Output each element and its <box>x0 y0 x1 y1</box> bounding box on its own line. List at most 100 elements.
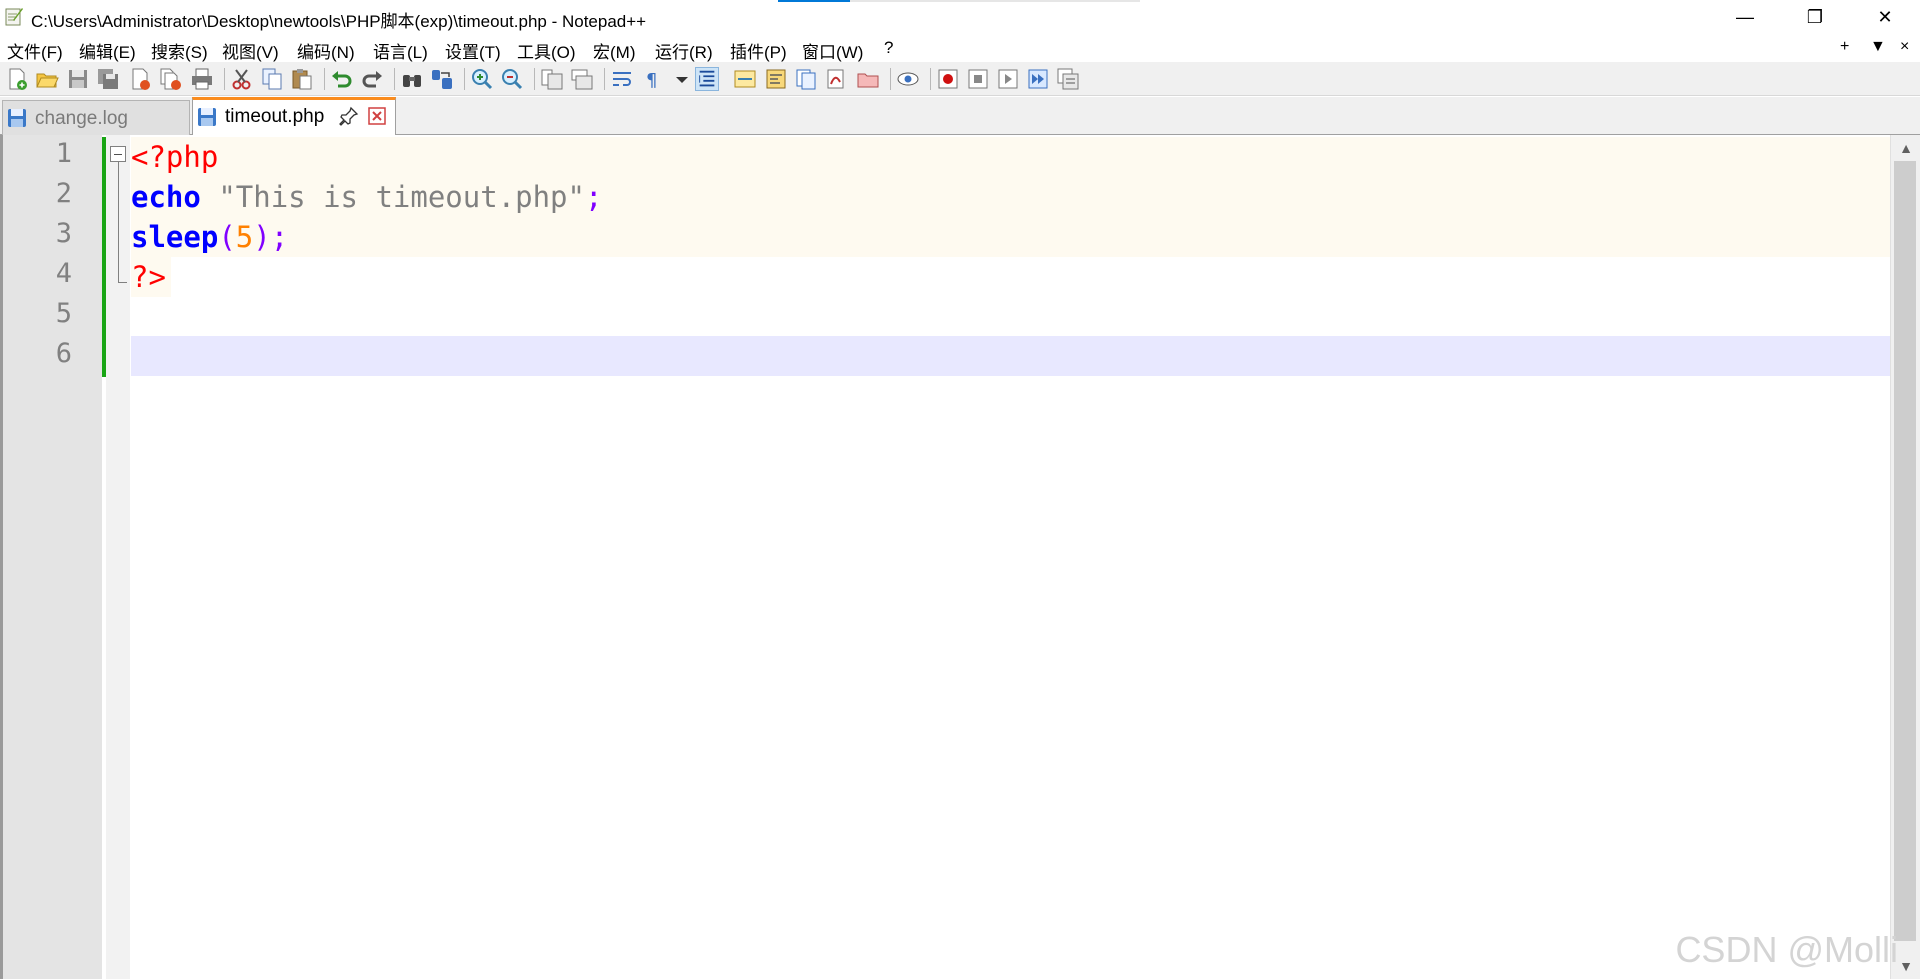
print-icon[interactable] <box>190 67 214 91</box>
toolbar-separator <box>534 68 535 90</box>
code-line[interactable]: ?> <box>131 257 166 297</box>
cut-icon[interactable] <box>230 67 254 91</box>
menu-encoding[interactable]: 编码(N) <box>297 38 355 63</box>
save-icon[interactable] <box>66 67 90 91</box>
saved-file-icon <box>198 108 216 126</box>
notepad-app-icon <box>5 8 23 26</box>
new-tab-button[interactable]: + <box>1840 38 1849 56</box>
new-file-icon[interactable] <box>5 67 29 91</box>
open-file-icon[interactable] <box>35 67 59 91</box>
line-number: 5 <box>55 298 72 329</box>
tab-bar: change.log timeout.php <box>0 97 1920 136</box>
function-list-icon[interactable] <box>794 67 818 91</box>
folder-as-workspace-icon[interactable] <box>824 67 848 91</box>
menu-settings[interactable]: 设置(T) <box>445 38 501 63</box>
monitoring-eye-icon[interactable] <box>896 67 920 91</box>
code-token-kw: sleep <box>131 220 219 254</box>
tab-label: timeout.php <box>225 106 325 127</box>
maximize-button[interactable]: ❐ <box>1780 0 1850 34</box>
code-token-tag: ?> <box>131 260 166 294</box>
menu-language[interactable]: 语言(L) <box>373 38 428 63</box>
find-icon[interactable] <box>400 67 424 91</box>
code-token-kw: echo <box>131 180 201 214</box>
paste-icon[interactable] <box>290 67 314 91</box>
menu-search[interactable]: 搜索(S) <box>151 38 208 63</box>
undo-icon[interactable] <box>330 67 354 91</box>
zoom-out-icon[interactable] <box>500 67 524 91</box>
indent-guide-icon[interactable] <box>695 67 719 91</box>
code-token-num: 5 <box>235 220 254 254</box>
sync-vertical-icon[interactable] <box>540 67 564 91</box>
line-number: 6 <box>55 338 72 369</box>
watermark: CSDN @Molli <box>1675 929 1898 970</box>
stop-macro-icon[interactable] <box>966 67 990 91</box>
fold-end-marker <box>118 282 127 283</box>
title-accent-line-secondary <box>850 0 1140 2</box>
window-title: C:\Users\Administrator\Desktop\newtools\… <box>31 12 647 31</box>
line-number: 2 <box>55 178 72 209</box>
save-macro-icon[interactable] <box>1056 67 1080 91</box>
menu-help[interactable]: ? <box>884 38 893 58</box>
code-token-op: ; <box>584 180 603 214</box>
menu-edit[interactable]: 编辑(E) <box>79 38 136 63</box>
code-line[interactable]: echo "This is timeout.php"; <box>131 177 602 217</box>
code-line[interactable]: <?php <box>131 137 218 177</box>
toolbar-separator <box>464 68 465 90</box>
menu-view[interactable]: 视图(V) <box>222 38 279 63</box>
word-wrap-icon[interactable] <box>610 67 634 91</box>
svg-text:¶: ¶ <box>646 70 657 91</box>
close-tab-icon[interactable] <box>367 106 387 126</box>
copy-icon[interactable] <box>260 67 284 91</box>
play-macro-icon[interactable] <box>996 67 1020 91</box>
current-line-highlight <box>131 336 1890 376</box>
chevron-down-icon[interactable] <box>670 67 694 91</box>
zoom-in-icon[interactable] <box>470 67 494 91</box>
menu-plugins[interactable]: 插件(P) <box>730 38 787 63</box>
tab-label: change.log <box>35 108 128 129</box>
fold-collapse-icon[interactable] <box>110 146 126 162</box>
toolbar-separator <box>224 68 225 90</box>
run-macro-multiple-icon[interactable] <box>1026 67 1050 91</box>
redo-icon[interactable] <box>360 67 384 91</box>
minimize-button[interactable]: — <box>1710 0 1780 34</box>
code-token-op: ) <box>253 220 271 254</box>
code-token-op: ; <box>270 220 289 254</box>
line-number-gutter: 1 2 3 4 5 6 <box>0 135 102 979</box>
user-language-icon[interactable] <box>733 67 757 91</box>
editor[interactable]: 1 2 3 4 5 6 <?php echo "This is timeout.… <box>0 135 1920 979</box>
tab-change-log[interactable]: change.log <box>2 100 190 135</box>
replace-icon[interactable] <box>430 67 454 91</box>
toolbar-separator <box>324 68 325 90</box>
code-line[interactable]: sleep(5); <box>131 217 288 257</box>
line-number: 1 <box>55 138 72 169</box>
close-all-icon[interactable] <box>158 67 182 91</box>
sync-horizontal-icon[interactable] <box>570 67 594 91</box>
code-area[interactable]: <?php echo "This is timeout.php"; sleep(… <box>131 135 1890 979</box>
close-doc-button[interactable]: × <box>1900 38 1909 56</box>
code-token-str: "This is timeout.php" <box>218 180 585 214</box>
menu-window[interactable]: 窗口(W) <box>802 38 863 63</box>
tab-timeout-php[interactable]: timeout.php <box>192 97 396 136</box>
scroll-up-arrow-icon[interactable]: ▲ <box>1891 135 1920 161</box>
menu-run[interactable]: 运行(R) <box>655 38 713 63</box>
close-window-button[interactable]: ✕ <box>1850 0 1920 34</box>
menu-file[interactable]: 文件(F) <box>7 38 63 63</box>
menu-macro[interactable]: 宏(M) <box>593 38 635 63</box>
saved-file-icon <box>8 109 26 127</box>
save-all-icon[interactable] <box>96 67 120 91</box>
close-icon[interactable] <box>128 67 152 91</box>
pin-icon[interactable] <box>339 106 359 126</box>
fold-guide-line <box>118 162 119 282</box>
toolbar-separator <box>394 68 395 90</box>
tab-list-button[interactable]: ▼ <box>1870 38 1886 56</box>
record-macro-icon[interactable] <box>936 67 960 91</box>
toolbar-separator <box>930 68 931 90</box>
scrollbar-thumb[interactable] <box>1894 161 1916 941</box>
title-accent-line <box>778 0 850 2</box>
toolbar-separator <box>890 68 891 90</box>
folder-icon[interactable] <box>856 67 880 91</box>
menu-tools[interactable]: 工具(O) <box>517 38 576 63</box>
show-all-chars-icon[interactable]: ¶ <box>640 67 664 91</box>
doc-map-icon[interactable] <box>764 67 788 91</box>
vertical-scrollbar[interactable]: ▲ ▼ <box>1890 135 1920 979</box>
